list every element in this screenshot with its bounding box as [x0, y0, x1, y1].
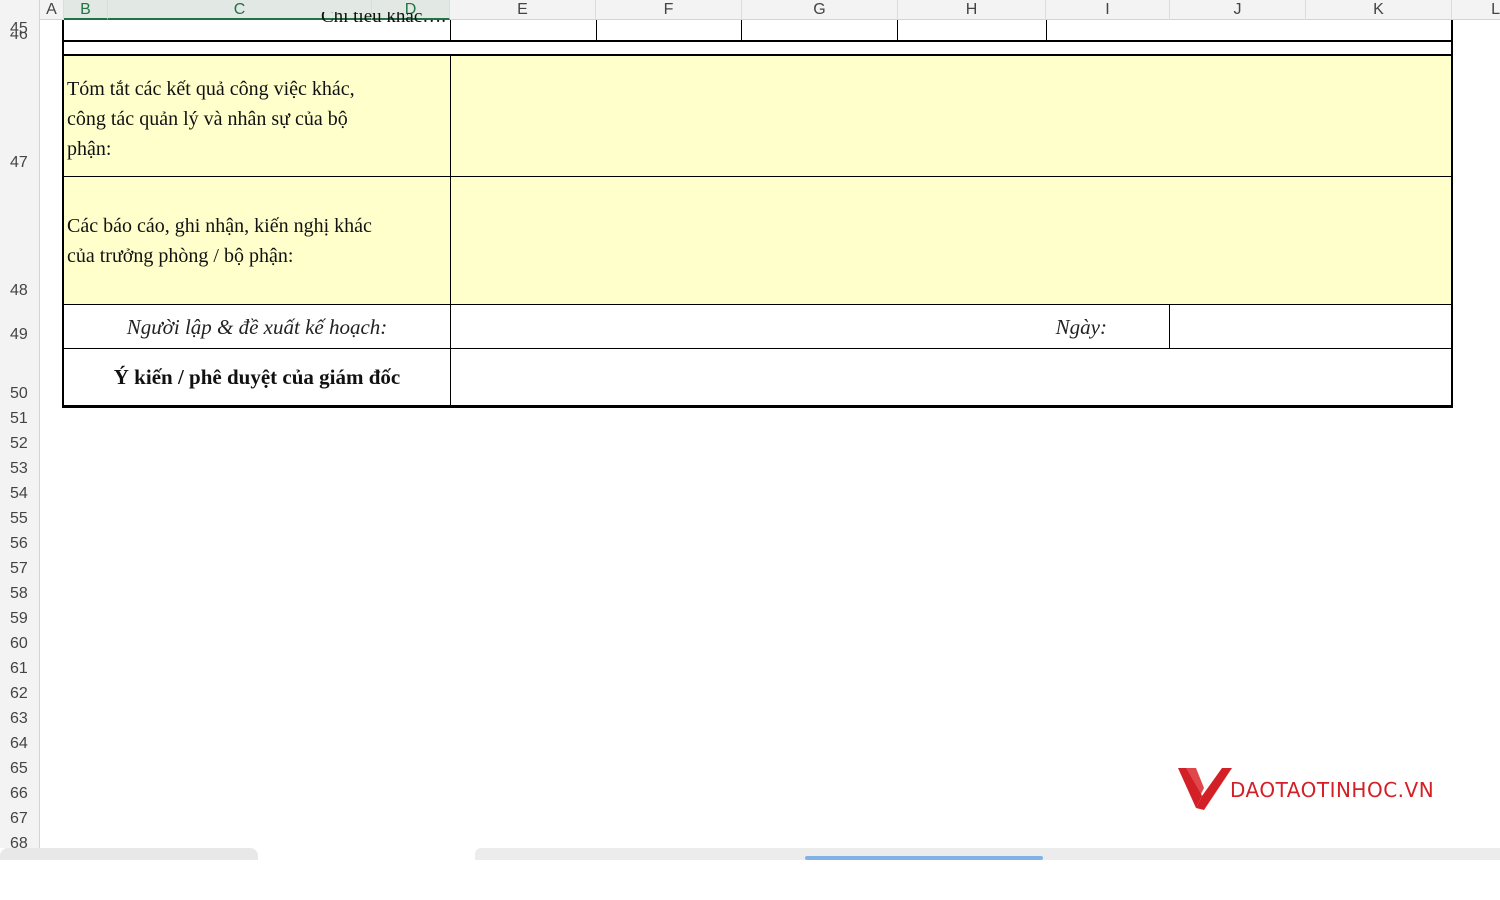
row-header-48[interactable]: 48 — [0, 282, 39, 300]
horizontal-scrollbar-thumb[interactable] — [805, 856, 1043, 860]
row-header-63[interactable]: 63 — [0, 710, 39, 728]
reports-line-1: Các báo cáo, ghi nhận, kiến nghị khác — [67, 215, 372, 237]
row-header-53[interactable]: 53 — [0, 460, 39, 478]
column-header-e[interactable]: E — [450, 0, 596, 20]
select-all-corner[interactable] — [0, 0, 40, 20]
other-results-line-1: Tóm tắt các kết quả công việc khác, — [67, 78, 355, 100]
column-header-h[interactable]: H — [898, 0, 1046, 20]
row-header-62[interactable]: 62 — [0, 685, 39, 703]
row-header-50[interactable]: 50 — [0, 385, 39, 403]
row-header-bar: 45 46 47 48 49 50 51 52 53 54 55 56 57 5… — [0, 20, 40, 850]
row-header-60[interactable]: 60 — [0, 635, 39, 653]
row-header-54[interactable]: 54 — [0, 485, 39, 503]
dao-tao-tin-hoc-logo: DAOTAOTINHOC.VN — [1176, 766, 1476, 812]
cell-director-approval-value[interactable] — [451, 349, 1452, 406]
cell-director-approval-label[interactable]: Ý kiến / phê duyệt của giám đốc — [63, 349, 451, 406]
column-header-l[interactable]: L — [1452, 0, 1500, 20]
row-header-56[interactable]: 56 — [0, 535, 39, 553]
logo-text: DAOTAOTINHOC.VN — [1230, 778, 1435, 802]
column-header-g[interactable]: G — [742, 0, 898, 20]
logo-v-mark-icon — [1178, 768, 1232, 810]
other-results-line-2: công tác quản lý và nhân sự của bộ — [67, 108, 348, 130]
column-header-f[interactable]: F — [596, 0, 742, 20]
row-header-46[interactable]: 46 — [0, 32, 39, 40]
row-header-52[interactable]: 52 — [0, 435, 39, 453]
reports-line-2: của trưởng phòng / bộ phận: — [67, 245, 294, 267]
column-header-k[interactable]: K — [1306, 0, 1452, 20]
row-header-59[interactable]: 59 — [0, 610, 39, 628]
column-header-i[interactable]: I — [1046, 0, 1170, 20]
row-header-51[interactable]: 51 — [0, 410, 39, 428]
cell-other-results-value[interactable] — [451, 56, 1452, 176]
row-header-67[interactable]: 67 — [0, 810, 39, 828]
row-header-61[interactable]: 61 — [0, 660, 39, 678]
row-header-58[interactable]: 58 — [0, 585, 39, 603]
cell-prepared-by-label[interactable]: Người lập & đề xuất kế hoạch: — [63, 305, 451, 348]
cell-reports-label[interactable]: Các báo cáo, ghi nhận, kiến nghị khác củ… — [63, 177, 451, 304]
cell-other-targets-label[interactable]: Chỉ tiêu khác…. — [64, 12, 450, 40]
row-header-64[interactable]: 64 — [0, 735, 39, 753]
row-header-65[interactable]: 65 — [0, 760, 39, 778]
column-header-j[interactable]: J — [1170, 0, 1306, 20]
sheet-tab-area[interactable] — [0, 848, 258, 860]
row-header-49[interactable]: 49 — [0, 326, 39, 344]
row-header-55[interactable]: 55 — [0, 510, 39, 528]
row-header-47[interactable]: 47 — [0, 154, 39, 172]
cell-date-label[interactable]: Ngày: — [451, 305, 1169, 348]
cell-date-value[interactable] — [1170, 305, 1452, 348]
cell-other-results-label[interactable]: Tóm tắt các kết quả công việc khác, công… — [63, 56, 451, 176]
row-header-66[interactable]: 66 — [0, 785, 39, 803]
other-results-line-3: phận: — [67, 138, 112, 160]
cell-reports-value[interactable] — [451, 177, 1452, 304]
row-header-57[interactable]: 57 — [0, 560, 39, 578]
column-header-a[interactable]: A — [40, 0, 64, 20]
